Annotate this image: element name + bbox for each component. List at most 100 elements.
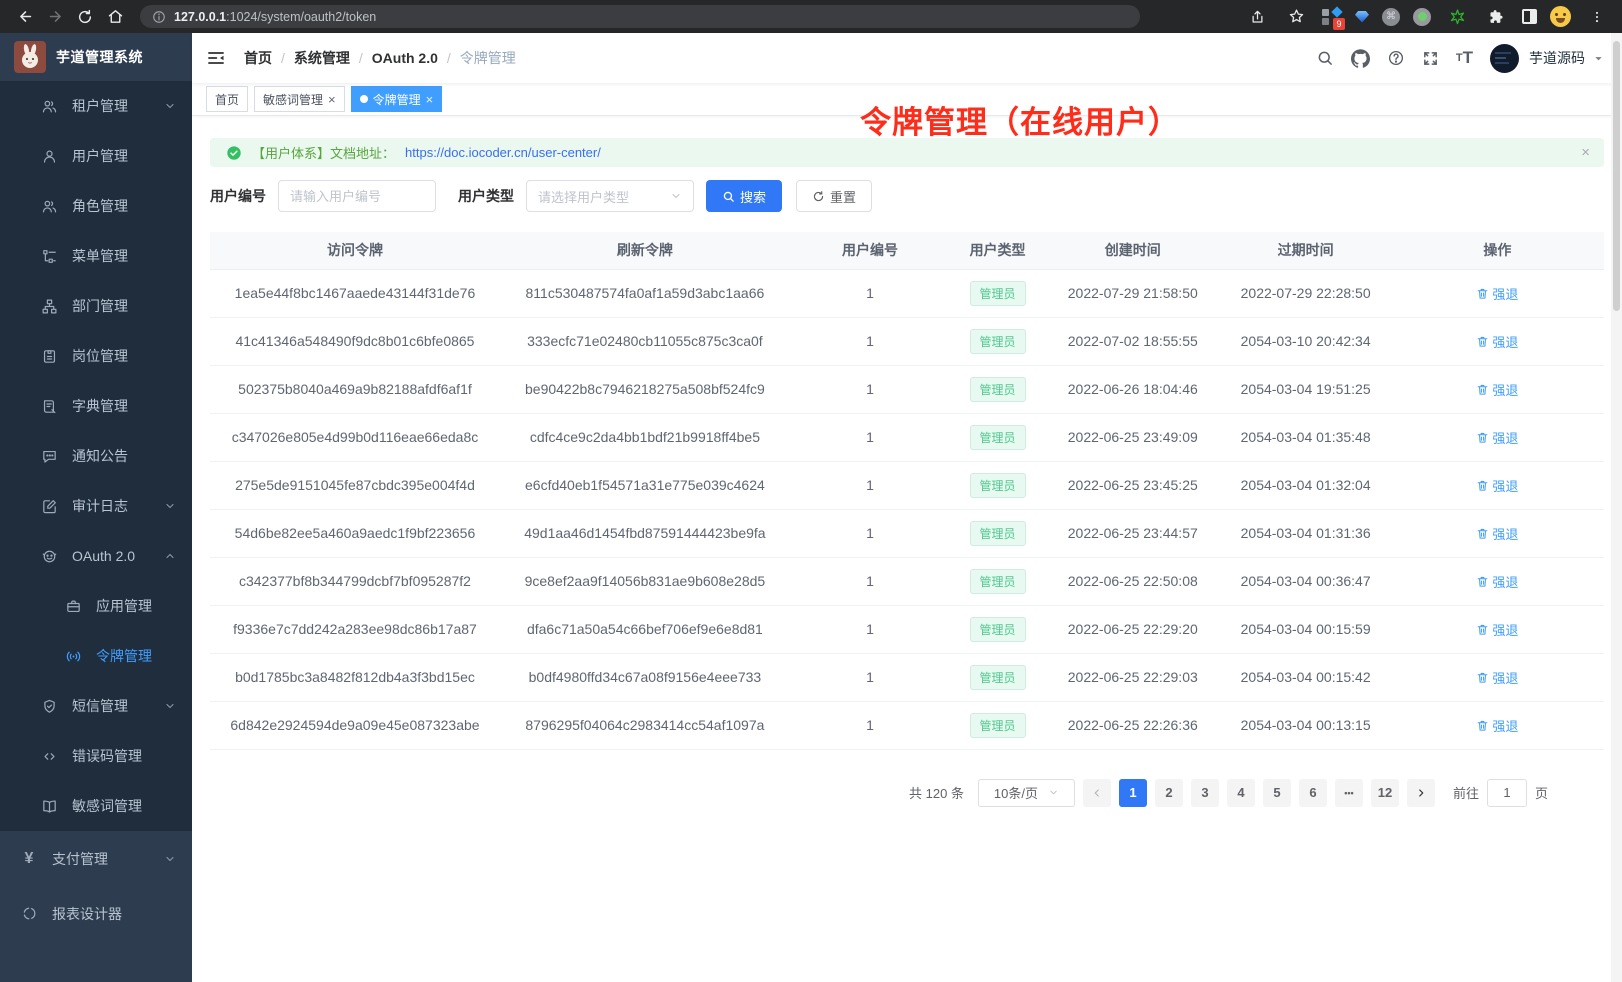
page-button-2[interactable]: 2 — [1155, 779, 1183, 807]
sidebar-item-tenant[interactable]: 租户管理 — [0, 81, 192, 131]
sidebar-item-menu[interactable]: 菜单管理 — [0, 231, 192, 281]
force-logout-button[interactable]: 强退 — [1476, 524, 1518, 543]
sidebar-item-pay[interactable]: ¥支付管理 — [0, 831, 192, 886]
browser-menu-icon[interactable] — [1584, 4, 1610, 30]
github-icon[interactable] — [1351, 49, 1370, 68]
prev-page-button[interactable] — [1083, 779, 1111, 807]
sidebar-item-post[interactable]: 岗位管理 — [0, 331, 192, 381]
user-name[interactable]: 芋道源码 — [1529, 48, 1585, 68]
page-button-1[interactable]: 1 — [1119, 779, 1147, 807]
breadcrumb-separator: / — [447, 50, 451, 66]
edit-log-icon — [40, 497, 58, 515]
tag-敏感词管理[interactable]: 敏感词管理× — [254, 86, 345, 112]
force-logout-label: 强退 — [1492, 716, 1518, 735]
sidepanel-icon[interactable] — [1522, 9, 1537, 24]
breadcrumb-item[interactable]: 系统管理 — [294, 48, 350, 68]
force-logout-button[interactable]: 强退 — [1476, 572, 1518, 591]
force-logout-button[interactable]: 强退 — [1476, 380, 1518, 399]
tag-首页[interactable]: 首页 — [206, 86, 248, 112]
sidebar-item-user[interactable]: 用户管理 — [0, 131, 192, 181]
user-avatar[interactable] — [1490, 44, 1519, 73]
reload-icon[interactable] — [72, 4, 98, 30]
breadcrumb-item[interactable]: 首页 — [244, 48, 272, 68]
page-size-select[interactable]: 10条/页 — [978, 779, 1075, 807]
expire-time-cell: 2054-03-04 01:31:36 — [1221, 509, 1391, 557]
user-id-cell: 1 — [790, 605, 950, 653]
forward-icon[interactable] — [42, 4, 68, 30]
profile-avatar[interactable] — [1550, 6, 1571, 27]
page-scrollbar[interactable] — [1611, 33, 1622, 982]
user-id-input[interactable] — [278, 180, 436, 212]
sidebar-item-notice[interactable]: 通知公告 — [0, 431, 192, 481]
trash-icon — [1476, 287, 1489, 300]
page-button-4[interactable]: 4 — [1227, 779, 1255, 807]
success-check-icon — [226, 145, 242, 161]
command-extension-icon[interactable]: ⌘ — [1382, 8, 1400, 26]
sidebar-item-oauth-app[interactable]: 应用管理 — [0, 581, 192, 631]
sidebar-item-label: 通知公告 — [72, 446, 128, 466]
reset-button[interactable]: 重置 — [796, 180, 872, 212]
page-button-12[interactable]: 12 — [1371, 779, 1399, 807]
goto-page-input[interactable] — [1487, 779, 1527, 807]
collapse-sidebar-icon[interactable] — [206, 48, 226, 68]
sidebar-item-audit-log[interactable]: 审计日志 — [0, 481, 192, 531]
refresh-token-cell: 8796295f04064c2983414cc54af1097a — [500, 701, 790, 749]
sidebar-item-oauth-token[interactable]: 令牌管理 — [0, 631, 192, 681]
sidebar-item-sensitive-word[interactable]: 敏感词管理 — [0, 781, 192, 831]
font-size-icon[interactable]: TT — [1456, 48, 1473, 68]
extension-icon[interactable]: 9 — [1322, 7, 1342, 27]
table-row: b0d1785bc3a8482f812db4a3f3bd15ecb0df4980… — [210, 653, 1604, 701]
force-logout-button[interactable]: 强退 — [1476, 716, 1518, 735]
force-logout-button[interactable]: 强退 — [1476, 620, 1518, 639]
gem-extension-icon[interactable] — [1355, 11, 1369, 23]
more-pages-button[interactable]: ••• — [1335, 779, 1363, 807]
back-icon[interactable] — [12, 4, 38, 30]
trash-icon — [1476, 383, 1489, 396]
sidebar-item-oauth[interactable]: OAuth 2.0 — [0, 531, 192, 581]
user-type-badge: 管理员 — [970, 617, 1026, 642]
green-star-extension-icon[interactable] — [1444, 4, 1470, 30]
sidebar-item-dict[interactable]: 字典管理 — [0, 381, 192, 431]
force-logout-button[interactable]: 强退 — [1476, 668, 1518, 687]
access-token-cell: 502375b8040a469a9b82188afdf6af1f — [210, 365, 500, 413]
access-token-cell: 41c41346a548490f9dc8b01c6bfe0865 — [210, 317, 500, 365]
force-logout-label: 强退 — [1492, 332, 1518, 351]
alert-doc-link[interactable]: https://doc.iocoder.cn/user-center/ — [405, 145, 601, 160]
share-icon[interactable] — [1244, 4, 1270, 30]
puzzle-extensions-icon[interactable] — [1483, 4, 1509, 30]
home-icon[interactable] — [102, 4, 128, 30]
sidebar-item-role[interactable]: 角色管理 — [0, 181, 192, 231]
help-icon[interactable] — [1387, 49, 1405, 67]
tag-令牌管理[interactable]: 令牌管理× — [351, 86, 443, 112]
sidebar-item-sms[interactable]: 短信管理 — [0, 681, 192, 731]
force-logout-button[interactable]: 强退 — [1476, 284, 1518, 303]
page-button-5[interactable]: 5 — [1263, 779, 1291, 807]
force-logout-button[interactable]: 强退 — [1476, 332, 1518, 351]
bookmark-star-icon[interactable] — [1283, 4, 1309, 30]
search-icon[interactable] — [1316, 49, 1334, 67]
sidebar-item-report[interactable]: 报表设计器 — [0, 886, 192, 941]
user-type-cell: 管理员 — [950, 653, 1045, 701]
trash-icon — [1476, 719, 1489, 732]
sidebar-item-label: 岗位管理 — [72, 346, 128, 366]
next-page-button[interactable] — [1407, 779, 1435, 807]
trash-icon — [1476, 671, 1489, 684]
record-extension-icon[interactable] — [1413, 8, 1431, 26]
force-logout-button[interactable]: 强退 — [1476, 476, 1518, 495]
address-bar[interactable]: 127.0.0.1:1024/system/oauth2/token — [140, 5, 1140, 28]
sidebar-item-dept[interactable]: 部门管理 — [0, 281, 192, 331]
sidebar-item-error-code[interactable]: 错误码管理 — [0, 731, 192, 781]
search-button[interactable]: 搜索 — [706, 180, 782, 212]
page-button-6[interactable]: 6 — [1299, 779, 1327, 807]
caret-down-icon[interactable] — [1593, 53, 1604, 64]
breadcrumb-item[interactable]: OAuth 2.0 — [372, 50, 438, 66]
alert-close-icon[interactable]: × — [1581, 145, 1590, 160]
tag-close-icon[interactable]: × — [328, 93, 336, 106]
page-button-3[interactable]: 3 — [1191, 779, 1219, 807]
user-type-select[interactable]: 请选择用户类型 — [526, 180, 694, 212]
force-logout-button[interactable]: 强退 — [1476, 428, 1518, 447]
fullscreen-icon[interactable] — [1422, 50, 1439, 67]
tag-close-icon[interactable]: × — [426, 93, 434, 106]
logo-bar[interactable]: 芋道管理系统 — [0, 33, 192, 81]
site-info-icon[interactable] — [152, 10, 166, 24]
